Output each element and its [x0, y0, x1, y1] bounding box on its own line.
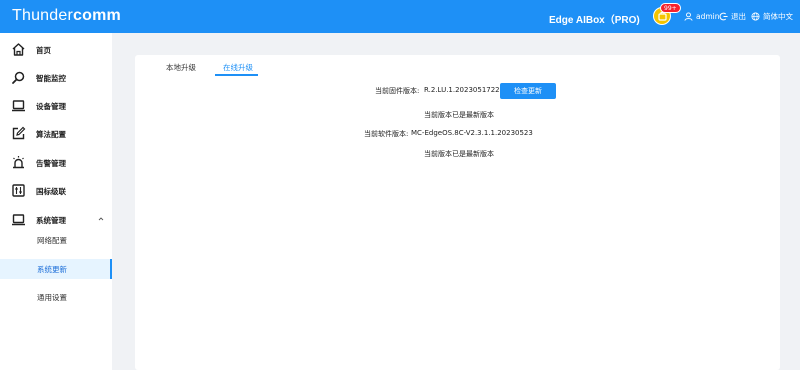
brand-name-light: Thunder: [12, 7, 73, 24]
top-bar: Thundercomm Edge AIBox（PRO) 99+ admin 退出…: [0, 0, 800, 33]
sidebar-item-alarms[interactable]: 告警管理: [0, 153, 112, 173]
brand-logo[interactable]: Thundercomm: [12, 7, 121, 25]
sidebar-item-label: 系统管理: [36, 216, 66, 225]
logout-button[interactable]: 退出: [719, 10, 746, 22]
firmware-version-label: 当前固件版本:: [375, 87, 420, 95]
sidebar-item-devices[interactable]: 设备管理: [0, 96, 112, 116]
software-version-value: MC-EdgeOS.8C-V2.3.1.1.20230523: [411, 129, 533, 137]
chevron-up-icon[interactable]: [98, 216, 104, 222]
user-menu[interactable]: admin: [684, 10, 720, 22]
sidebar: 首页 智能监控 设备管理 算法配置 告警管理 国标级联 系统管理 网络配置 系统…: [0, 33, 112, 370]
brand-name-bold: comm: [73, 7, 121, 24]
device-title: Edge AIBox（PRO): [549, 15, 640, 26]
sidebar-subitem-label: 网络配置: [37, 236, 67, 245]
software-version-label: 当前软件版本:: [364, 130, 409, 138]
sidebar-item-algorithms[interactable]: 算法配置: [0, 124, 112, 144]
language-selector[interactable]: 简体中文: [751, 10, 793, 22]
active-tab-indicator: [215, 74, 258, 76]
sliders-icon: [12, 184, 25, 197]
sidebar-subitem-system-update[interactable]: 系统更新: [0, 259, 112, 279]
sidebar-subitem-general[interactable]: 通用设置: [0, 287, 112, 307]
sidebar-item-label: 智能监控: [36, 74, 66, 83]
home-icon: [12, 43, 25, 56]
sidebar-item-cascade[interactable]: 国标级联: [0, 181, 112, 201]
logout-label: 退出: [731, 11, 746, 21]
tab-local-upgrade[interactable]: 本地升级: [166, 62, 196, 73]
software-status: 当前版本已是最新版本: [424, 150, 494, 158]
language-label: 简体中文: [763, 11, 793, 21]
sidebar-item-label: 告警管理: [36, 159, 66, 168]
firmware-status: 当前版本已是最新版本: [424, 111, 494, 119]
sidebar-item-label: 国标级联: [36, 187, 66, 196]
globe-icon: [751, 11, 760, 21]
sidebar-subitem-label: 系统更新: [37, 265, 67, 274]
sidebar-item-label: 首页: [36, 46, 51, 55]
update-panel: 本地升级 在线升级 当前固件版本: R.2.LU.1.202305172225 …: [135, 55, 780, 370]
logout-icon: [719, 12, 728, 20]
sidebar-item-system[interactable]: 系统管理: [0, 210, 112, 230]
user-name: admin: [696, 11, 720, 21]
user-icon: [684, 11, 693, 21]
sidebar-item-label: 设备管理: [36, 102, 66, 111]
tab-online-upgrade[interactable]: 在线升级: [223, 62, 253, 73]
notification-count-badge: 99+: [660, 3, 681, 13]
alarm-icon: [13, 156, 24, 169]
firmware-version-value: R.2.LU.1.202305172225: [424, 86, 509, 94]
sidebar-item-home[interactable]: 首页: [0, 40, 112, 60]
laptop-icon: [12, 100, 25, 112]
sidebar-subitem-label: 通用设置: [37, 293, 67, 302]
sidebar-subitem-network[interactable]: 网络配置: [0, 230, 112, 250]
sidebar-item-monitor[interactable]: 智能监控: [0, 68, 112, 88]
laptop-icon: [12, 214, 25, 226]
search-icon: [12, 71, 25, 84]
edit-icon: [12, 126, 26, 140]
check-update-button[interactable]: 检查更新: [500, 83, 556, 99]
sidebar-item-label: 算法配置: [36, 130, 66, 139]
